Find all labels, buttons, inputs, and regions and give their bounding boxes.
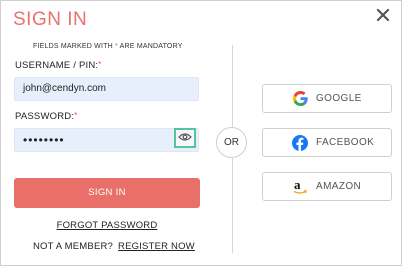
mandatory-note-prefix: FIELDS MARKED WITH xyxy=(33,43,115,50)
close-button[interactable] xyxy=(375,7,391,23)
google-label: GOOGLE xyxy=(316,93,362,104)
vertical-divider-top xyxy=(232,45,233,127)
close-icon xyxy=(375,7,391,23)
google-login-button[interactable]: GOOGLE xyxy=(262,84,392,113)
sign-in-modal: SIGN IN FIELDS MARKED WITH * ARE MANDATO… xyxy=(0,0,402,266)
mandatory-note: FIELDS MARKED WITH * ARE MANDATORY xyxy=(33,43,183,50)
amazon-login-button[interactable]: a AMAZON xyxy=(262,172,392,201)
password-field[interactable]: •••••••• xyxy=(14,128,199,152)
password-label-text: PASSWORD: xyxy=(15,111,75,122)
register-row: NOT A MEMBER? REGISTER NOW xyxy=(33,241,195,252)
google-icon xyxy=(292,91,308,107)
facebook-label: FACEBOOK xyxy=(316,137,375,148)
forgot-password-link[interactable]: FORGOT PASSWORD xyxy=(57,220,158,231)
forgot-password-row: FORGOT PASSWORD xyxy=(1,220,213,231)
required-marker: * xyxy=(74,111,78,120)
amazon-icon: a xyxy=(292,179,308,195)
required-marker: * xyxy=(98,60,102,69)
register-now-link[interactable]: REGISTER NOW xyxy=(118,241,195,252)
show-password-button[interactable] xyxy=(174,128,196,148)
or-separator: OR xyxy=(216,127,247,158)
vertical-divider-bottom xyxy=(232,158,233,253)
sign-in-button[interactable]: SIGN IN xyxy=(14,178,200,208)
amazon-label: AMAZON xyxy=(316,181,362,192)
mandatory-note-suffix: ARE MANDATORY xyxy=(117,43,183,50)
page-title: SIGN IN xyxy=(13,9,88,30)
svg-text:a: a xyxy=(294,179,301,192)
username-label: USERNAME / PIN:* xyxy=(15,60,102,71)
eye-icon xyxy=(178,129,192,147)
password-label: PASSWORD:* xyxy=(15,111,78,122)
username-field[interactable]: john@cendyn.com xyxy=(14,77,199,101)
member-prompt: NOT A MEMBER? xyxy=(33,241,114,252)
username-label-text: USERNAME / PIN: xyxy=(15,60,99,71)
facebook-login-button[interactable]: FACEBOOK xyxy=(262,128,392,157)
facebook-icon xyxy=(292,134,308,151)
